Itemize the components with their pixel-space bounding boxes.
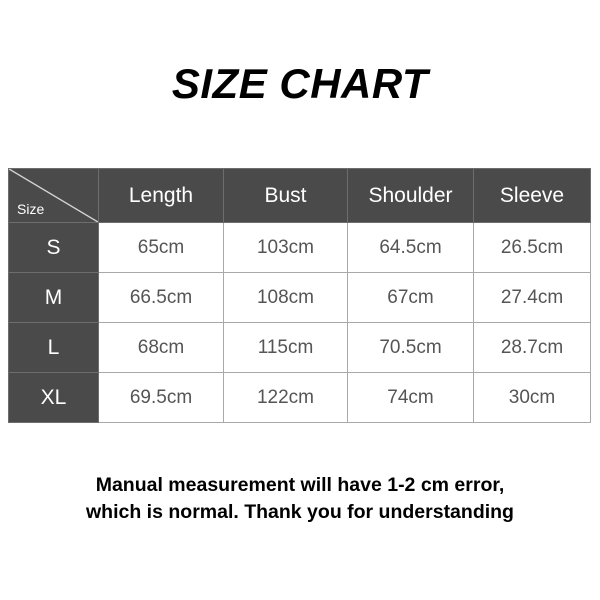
header-cell-length: Length [98, 168, 224, 223]
header-size-label: Size [17, 201, 45, 217]
cell-size: S [8, 222, 99, 273]
cell-length: 69.5cm [98, 372, 224, 423]
cell-size: L [8, 322, 99, 373]
cell-bust: 115cm [223, 322, 348, 373]
cell-shoulder: 74cm [347, 372, 474, 423]
table-row: M 66.5cm 108cm 67cm 27.4cm [8, 272, 591, 323]
disclaimer-line-2: which is normal. Thank you for understan… [86, 501, 514, 523]
table-row: XL 69.5cm 122cm 74cm 30cm [8, 372, 591, 423]
cell-length: 65cm [98, 222, 224, 273]
cell-bust: 103cm [223, 222, 348, 273]
cell-shoulder: 64.5cm [347, 222, 474, 273]
cell-sleeve: 28.7cm [473, 322, 591, 373]
header-cell-shoulder: Shoulder [347, 168, 474, 223]
header-cell-sleeve: Sleeve [473, 168, 591, 223]
disclaimer-line-1: Manual measurement will have 1-2 cm erro… [95, 474, 505, 496]
measurement-disclaimer: Manual measurement will have 1-2 cm erro… [0, 472, 600, 526]
header-corner-size-cell: Size [8, 168, 99, 223]
cell-size: XL [8, 372, 99, 423]
cell-length: 66.5cm [98, 272, 224, 323]
table-row: S 65cm 103cm 64.5cm 26.5cm [8, 222, 591, 273]
size-chart-table: Size Length Bust Shoulder Sleeve S 65cm … [8, 168, 591, 423]
cell-sleeve: 30cm [473, 372, 591, 423]
page-title: SIZE CHART [171, 60, 429, 107]
table-row: L 68cm 115cm 70.5cm 28.7cm [8, 322, 591, 373]
cell-length: 68cm [98, 322, 224, 373]
cell-shoulder: 67cm [347, 272, 474, 323]
cell-bust: 122cm [223, 372, 348, 423]
cell-bust: 108cm [223, 272, 348, 323]
header-cell-bust: Bust [223, 168, 348, 223]
cell-sleeve: 27.4cm [473, 272, 591, 323]
cell-size: M [8, 272, 99, 323]
cell-sleeve: 26.5cm [473, 222, 591, 273]
table-header-row: Size Length Bust Shoulder Sleeve [8, 168, 591, 223]
cell-shoulder: 70.5cm [347, 322, 474, 373]
